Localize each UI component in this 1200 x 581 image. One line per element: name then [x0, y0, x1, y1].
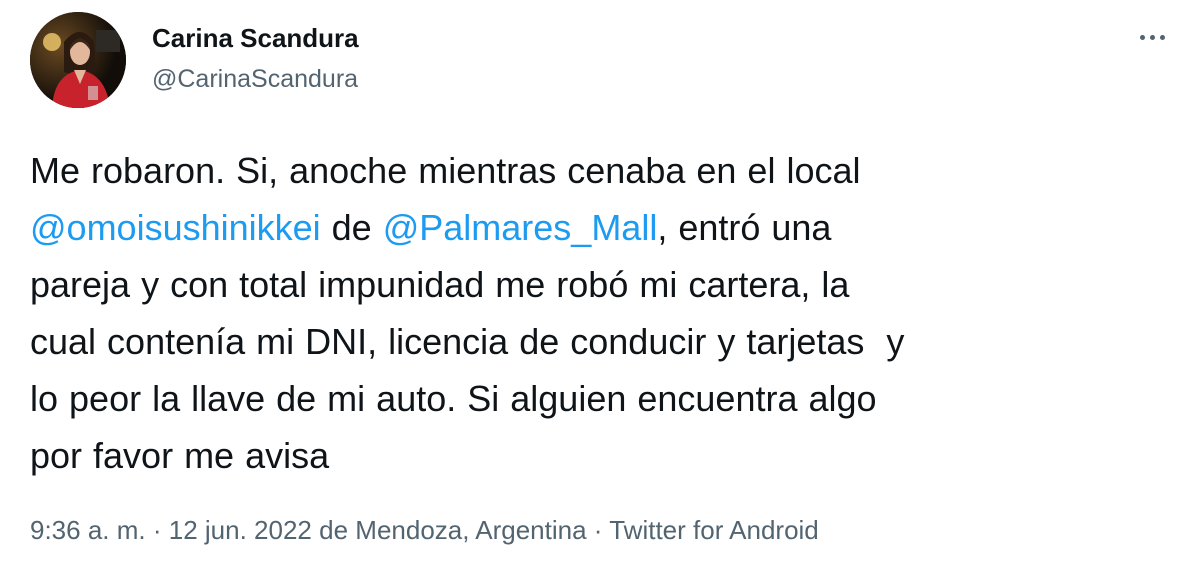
- tweet-date: 12 jun. 2022: [168, 515, 312, 545]
- meta-separator: ·: [593, 515, 603, 545]
- mention-link[interactable]: @omoisushinikkei: [30, 207, 321, 248]
- tweet-text-line: pareja y con total impunidad me robó mi …: [30, 256, 1170, 313]
- tweet-text-segment: de: [320, 207, 383, 248]
- tweet-text-segment: por favor me avisa: [30, 435, 330, 476]
- tweet-text-segment: lo peor la llave de mi auto. Si alguien …: [30, 378, 877, 419]
- tweet-text-line: por favor me avisa: [30, 427, 1170, 484]
- tweet-text-line: Me robaron. Si, anoche mientras cenaba e…: [30, 142, 1170, 199]
- tweet-text-segment: Me robaron. Si, anoche mientras cenaba e…: [30, 150, 861, 191]
- tweet-source-link[interactable]: Twitter for Android: [609, 515, 819, 545]
- more-horizontal-icon-dot: [1159, 34, 1165, 40]
- more-horizontal-icon-dot: [1149, 34, 1155, 40]
- tweet-time: 9:36 a. m.: [30, 515, 146, 545]
- more-horizontal-icon: [1139, 34, 1145, 40]
- author-name[interactable]: Carina Scandura: [152, 20, 359, 56]
- tweet-meta: 9:36 a. m. · 12 jun. 2022 de Mendoza, Ar…: [30, 512, 819, 548]
- author-info: Carina Scandura @CarinaScandura: [152, 20, 359, 98]
- tweet-text-line: @omoisushinikkei de @Palmares_Mall, entr…: [30, 199, 1170, 256]
- more-options-button[interactable]: [1130, 22, 1174, 52]
- tweet-text-segment: , entró una: [657, 207, 832, 248]
- tweet-text: Me robaron. Si, anoche mientras cenaba e…: [30, 142, 1170, 484]
- tweet-time-link[interactable]: 9:36 a. m. · 12 jun. 2022: [30, 515, 312, 545]
- meta-separator: ·: [152, 515, 162, 545]
- avatar[interactable]: [30, 12, 126, 108]
- tweet-text-line: cual contenía mi DNI, licencia de conduc…: [30, 313, 1170, 370]
- tweet-text-segment: pareja y con total impunidad me robó mi …: [30, 264, 850, 305]
- tweet-location: de Mendoza, Argentina: [319, 515, 587, 545]
- tweet-card: Carina Scandura @CarinaScandura Me robar…: [0, 0, 1200, 581]
- tweet-text-line: lo peor la llave de mi auto. Si alguien …: [30, 370, 1170, 427]
- mention-link[interactable]: @Palmares_Mall: [383, 207, 658, 248]
- tweet-text-segment: cual contenía mi DNI, licencia de conduc…: [30, 321, 905, 362]
- author-handle[interactable]: @CarinaScandura: [152, 60, 359, 98]
